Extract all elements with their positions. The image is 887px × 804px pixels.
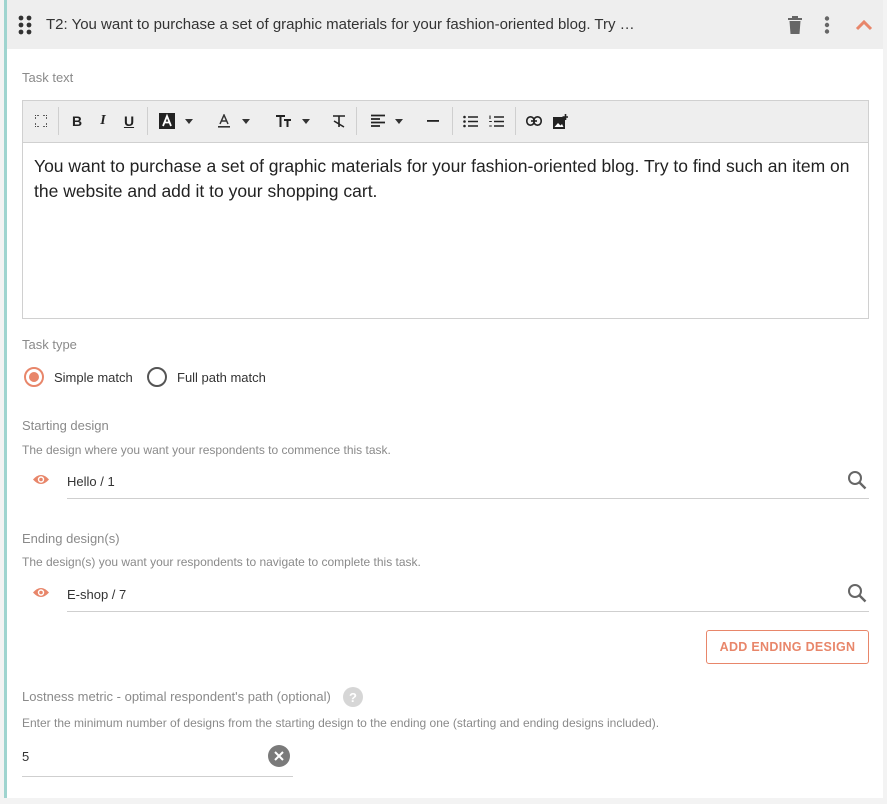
align-icon[interactable] xyxy=(366,110,408,132)
horizontal-rule-icon[interactable] xyxy=(424,110,442,132)
insert-image-icon[interactable] xyxy=(550,110,570,132)
radio-full-path-match[interactable]: Full path match xyxy=(147,367,266,387)
delete-icon[interactable] xyxy=(783,13,807,37)
radio-simple-match[interactable]: Simple match xyxy=(24,367,133,387)
italic-button[interactable]: I xyxy=(95,110,111,132)
more-options-icon[interactable] xyxy=(815,13,839,37)
clear-icon[interactable] xyxy=(268,745,290,767)
starting-design-hint: The design where you want your responden… xyxy=(22,443,391,457)
task-header[interactable]: T2: You want to purchase a set of graphi… xyxy=(7,0,883,49)
search-icon[interactable] xyxy=(847,583,867,608)
eye-icon[interactable] xyxy=(32,586,50,604)
add-ending-design-button[interactable]: ADD ENDING DESIGN xyxy=(706,630,869,664)
toolbar-separator xyxy=(356,107,357,135)
ending-design-value: E-shop / 7 xyxy=(67,587,127,602)
editor-content[interactable]: You want to purchase a set of graphic ma… xyxy=(34,154,860,204)
underline-button[interactable]: U xyxy=(121,110,137,132)
task-text-label: Task text xyxy=(22,70,74,85)
bullet-list-icon[interactable] xyxy=(461,110,479,132)
task-card: T2: You want to purchase a set of graphi… xyxy=(4,0,883,798)
bold-button[interactable]: B xyxy=(69,110,85,132)
search-icon[interactable] xyxy=(847,470,867,495)
eye-icon[interactable] xyxy=(32,473,50,491)
starting-design-label: Starting design xyxy=(22,418,109,433)
radio-selected-icon[interactable] xyxy=(24,367,44,387)
lostness-metric-input[interactable]: 5 xyxy=(22,742,293,777)
ending-designs-label: Ending design(s) xyxy=(22,531,120,546)
toolbar-separator xyxy=(452,107,453,135)
collapse-chevron-up-icon[interactable] xyxy=(852,13,876,37)
clear-formatting-icon[interactable] xyxy=(330,110,348,132)
background-color-icon[interactable] xyxy=(156,110,196,132)
font-size-icon[interactable] xyxy=(271,110,315,132)
drag-handle-icon[interactable] xyxy=(18,15,32,35)
starting-design-field[interactable]: Hello / 1 xyxy=(67,466,869,499)
starting-design-value: Hello / 1 xyxy=(67,474,115,489)
lostness-metric-label: Lostness metric - optimal respondent's p… xyxy=(22,689,331,704)
task-type-label: Task type xyxy=(22,337,77,352)
link-icon[interactable] xyxy=(524,110,544,132)
lostness-metric-hint: Enter the minimum number of designs from… xyxy=(22,716,660,730)
numbered-list-icon[interactable] xyxy=(487,110,505,132)
toolbar-separator xyxy=(58,107,59,135)
radio-simple-match-label: Simple match xyxy=(54,369,133,385)
radio-unselected-icon[interactable] xyxy=(147,367,167,387)
fullscreen-icon[interactable] xyxy=(32,110,50,132)
ending-design-field[interactable]: E-shop / 7 xyxy=(67,579,869,612)
toolbar-separator xyxy=(147,107,148,135)
radio-full-path-match-label: Full path match xyxy=(177,369,266,385)
editor-toolbar: B I U xyxy=(23,101,868,143)
rich-text-editor[interactable]: B I U You want to purchase a set of grap… xyxy=(22,100,869,319)
lostness-metric-value: 5 xyxy=(22,749,30,764)
ending-designs-hint: The design(s) you want your respondents … xyxy=(22,555,421,569)
toolbar-separator xyxy=(515,107,516,135)
text-color-icon[interactable] xyxy=(214,110,254,132)
task-title: T2: You want to purchase a set of graphi… xyxy=(46,16,636,33)
help-icon[interactable]: ? xyxy=(343,687,363,707)
